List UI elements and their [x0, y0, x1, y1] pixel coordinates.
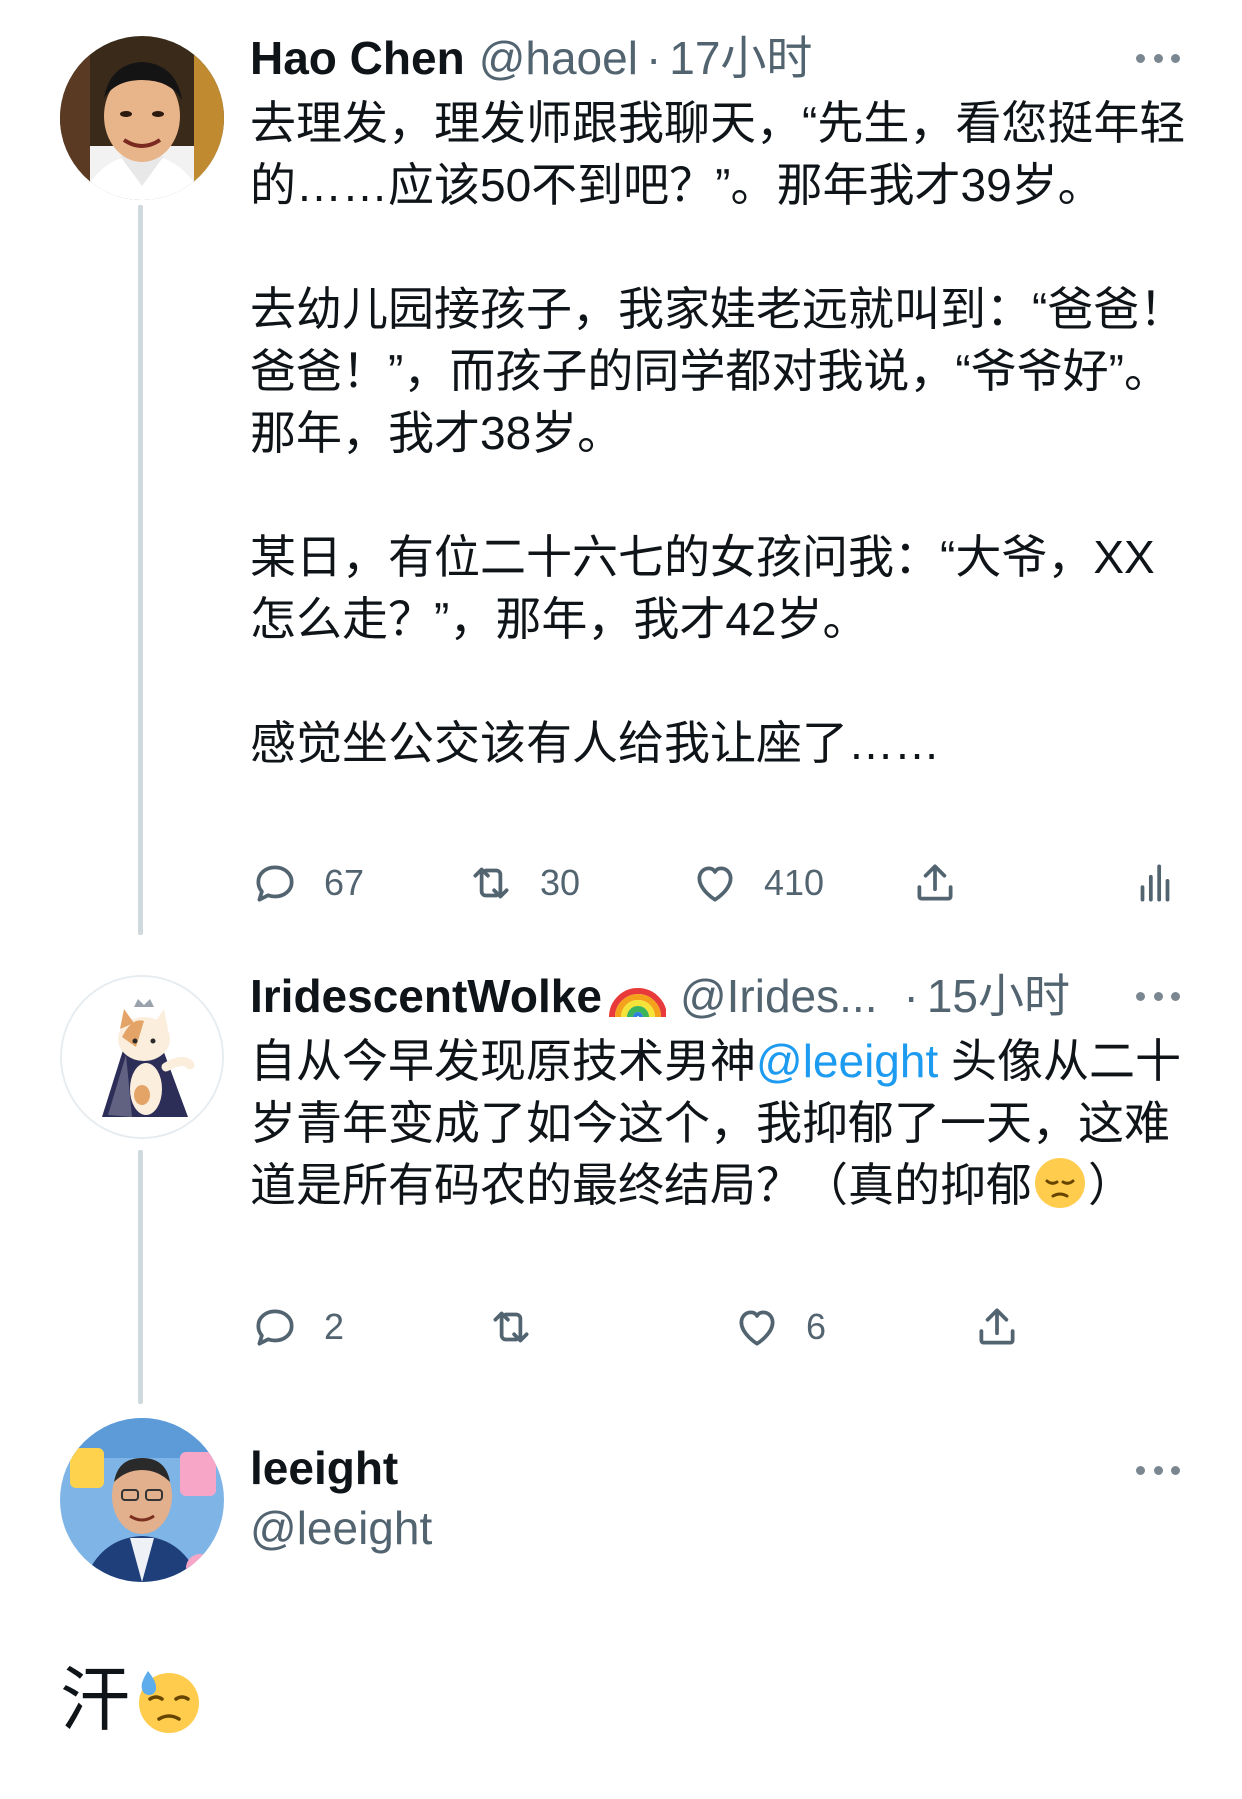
tweet-2-text: 自从今早发现原技术男神@leeight 头像从二十岁青年变成了如今这个，我抑郁了…	[250, 1030, 1190, 1216]
more-icon[interactable]	[1136, 1464, 1180, 1476]
share-button[interactable]	[972, 1302, 1022, 1352]
like-count: 6	[806, 1306, 827, 1347]
rainbow-emoji	[606, 971, 667, 1021]
author-name[interactable]: IridescentWolke	[250, 968, 602, 1024]
like-button[interactable]: 410	[690, 858, 824, 908]
like-icon	[690, 858, 740, 908]
reply-icon	[250, 858, 300, 908]
separator-dot: ·	[903, 970, 919, 1022]
pensive-face-emoji	[1032, 1155, 1088, 1211]
author-handle[interactable]: @haoel	[479, 30, 638, 86]
reply-count: 67	[324, 862, 365, 903]
analytics-button[interactable]	[1130, 858, 1180, 908]
reply-button[interactable]: 67	[250, 858, 364, 908]
main-author-handle[interactable]: @leeight	[250, 1500, 432, 1556]
analytics-icon	[1130, 858, 1180, 908]
share-icon	[910, 858, 960, 908]
separator-dot: ·	[645, 32, 662, 84]
tweet-1-actions: 67 30 410	[250, 858, 1180, 914]
like-button[interactable]: 6	[732, 1302, 826, 1352]
main-author-name[interactable]: leeight	[250, 1440, 398, 1496]
avatar-hao-chen[interactable]	[60, 36, 224, 200]
reply-icon	[250, 1302, 300, 1352]
thread-line-2	[138, 1150, 143, 1404]
timestamp[interactable]: 15小时	[927, 968, 1070, 1024]
tweet-2-header: IridescentWolke @Irides... · 15小时	[250, 968, 1070, 1024]
mention-link[interactable]: @leeight	[756, 1035, 938, 1087]
more-icon[interactable]	[1136, 52, 1180, 64]
tweet-2-actions: 2 6	[250, 1302, 1050, 1358]
avatar-leeight[interactable]	[60, 1418, 224, 1582]
tweet-1-header: Hao Chen @haoel · 17小时	[250, 30, 812, 86]
downcast-face-with-sweat-emoji	[134, 1665, 204, 1735]
main-tweet-word: 汗	[60, 1661, 130, 1739]
main-tweet-text: 汗	[60, 1660, 204, 1740]
thread-line-1	[138, 205, 143, 935]
more-icon[interactable]	[1136, 990, 1180, 1002]
reply-button[interactable]: 2	[250, 1302, 344, 1352]
tweet-paragraph: 感觉坐公交该有人给我让座了……	[250, 717, 940, 769]
tweet-paragraph: 去幼儿园接孩子，我家娃老远就叫到：“爸爸！爸爸！”，而孩子的同学都对我说，“爷爷…	[250, 283, 1186, 459]
like-count: 410	[764, 862, 825, 903]
timestamp[interactable]: 17小时	[669, 30, 812, 86]
share-button[interactable]	[910, 858, 960, 908]
retweet-icon	[486, 1302, 536, 1352]
tweet-paragraph: 某日，有位二十六七的女孩问我：“大爷，XX怎么走？”，那年，我才42岁。	[250, 531, 1155, 645]
like-icon	[732, 1302, 782, 1352]
tweet-paragraph: 去理发，理发师跟我聊天，“先生，看您挺年轻的……应该50不到吧？”。那年我才39…	[250, 97, 1186, 211]
avatar-iridescentwolke[interactable]	[60, 975, 224, 1139]
author-handle[interactable]: @Irides...	[680, 968, 878, 1024]
retweet-count: 30	[540, 862, 581, 903]
tweet-text-part: 自从今早发现原技术男神	[250, 1035, 756, 1087]
reply-count: 2	[324, 1306, 345, 1347]
author-name[interactable]: Hao Chen	[250, 30, 465, 86]
tweet-text-part: ）	[1088, 1159, 1134, 1211]
tweet-1-text: 去理发，理发师跟我聊天，“先生，看您挺年轻的……应该50不到吧？”。那年我才39…	[250, 92, 1190, 774]
share-icon	[972, 1302, 1022, 1352]
retweet-button[interactable]	[486, 1302, 536, 1352]
retweet-button[interactable]: 30	[466, 858, 580, 908]
retweet-icon	[466, 858, 516, 908]
